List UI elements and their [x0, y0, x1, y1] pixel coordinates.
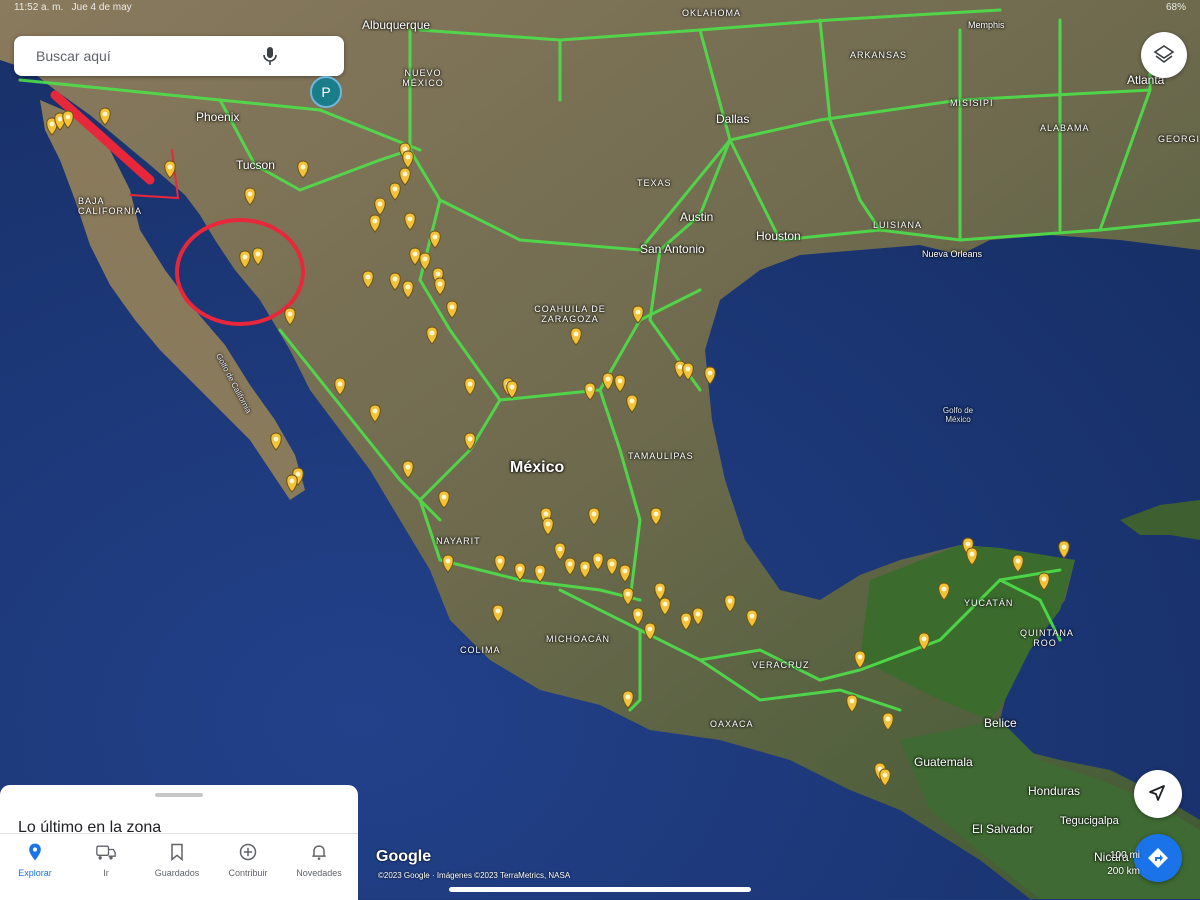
label-quintana-roo: QUINTANA ROO	[1020, 628, 1074, 648]
layers-button[interactable]	[1141, 32, 1187, 78]
status-date: Jue 4 de may	[71, 2, 132, 13]
satellite-map[interactable]	[0, 0, 1200, 899]
label-honduras: Honduras	[1028, 784, 1081, 798]
tab-label: Ir	[103, 868, 109, 878]
map-attribution: ©2023 Google · Imágenes ©2023 TerraMetri…	[378, 871, 571, 880]
tab-label: Contribuir	[228, 868, 268, 878]
label-belice: Belice	[984, 716, 1017, 730]
tab-explorar[interactable]: Explorar	[0, 842, 70, 878]
label-tamaulipas: TAMAULIPAS	[628, 451, 694, 461]
sheet-drag-handle[interactable]	[155, 793, 203, 797]
account-avatar[interactable]: P	[310, 76, 342, 108]
label-gulf-of-mexico: Golfo de México	[942, 406, 974, 424]
tab-contribuir[interactable]: Contribuir	[213, 842, 283, 878]
status-bar: 11:52 a. m. Jue 4 de may 68%	[14, 2, 1186, 16]
navigation-arrow-icon	[1149, 785, 1165, 801]
tab-novedades[interactable]: Novedades	[284, 842, 354, 878]
label-tegucigalpa: Tegucigalpa	[1060, 815, 1119, 827]
label-arkansas: ARKANSAS	[850, 50, 908, 60]
label-baja-california: BAJA CALIFORNIA	[78, 196, 143, 216]
label-michoacan: MICHOACÁN	[546, 634, 611, 644]
layers-icon	[1153, 45, 1175, 63]
label-phoenix: Phoenix	[196, 110, 240, 124]
label-albuquerque: Albuquerque	[362, 18, 431, 32]
scale-km: 200 km	[1107, 866, 1140, 877]
bell-icon	[312, 845, 326, 860]
search-bar[interactable]: Buscar aquí P	[14, 36, 344, 108]
label-texas: TEXAS	[637, 178, 672, 188]
microphone-icon[interactable]	[258, 44, 282, 68]
label-mexico: México	[510, 459, 565, 476]
label-nayarit: NAYARIT	[436, 536, 481, 546]
search-input[interactable]: Buscar aquí	[36, 48, 111, 64]
status-time: 11:52 a. m.	[14, 2, 64, 13]
tab-guardados[interactable]: Guardados	[142, 842, 212, 878]
label-guatemala: Guatemala	[914, 755, 973, 769]
home-indicator	[449, 887, 751, 892]
label-houston: Houston	[756, 229, 801, 243]
scale-bar: 100 mi 200 km	[1060, 850, 1140, 880]
label-oaxaca: OAXACA	[710, 719, 754, 729]
bookmark-icon	[171, 843, 183, 862]
directions-icon	[1148, 848, 1168, 868]
compass-button[interactable]	[1134, 770, 1182, 818]
label-luisiana: LUISIANA	[873, 220, 923, 230]
label-colima: COLIMA	[460, 645, 501, 655]
tab-label: Novedades	[296, 868, 342, 878]
label-dallas: Dallas	[716, 112, 750, 126]
label-el-salvador: El Salvador	[972, 822, 1034, 836]
label-georgia: GEORGI	[1158, 134, 1200, 144]
label-alabama: ALABAMA	[1040, 123, 1090, 133]
bottom-tab-bar: Explorar Ir Guardados Contribuir Novedad…	[0, 833, 358, 900]
google-logo: Google	[376, 848, 432, 865]
tab-label: Explorar	[18, 868, 52, 878]
label-misisipi: MISISIPI	[950, 98, 994, 108]
label-memphis: Memphis	[968, 20, 1005, 30]
label-coahuila: COAHUILA DE ZARAGOZA	[534, 304, 606, 324]
add-circle-icon	[239, 843, 257, 861]
label-san-antonio: San Antonio	[640, 242, 705, 256]
commute-icon	[96, 845, 116, 860]
directions-button[interactable]	[1134, 834, 1182, 882]
label-austin: Austin	[680, 210, 714, 224]
tab-ir[interactable]: Ir	[71, 842, 141, 878]
label-yucatan: YUCATÁN	[964, 598, 1014, 608]
scale-miles: 100 mi	[1109, 850, 1140, 861]
pin-icon	[29, 843, 41, 861]
tab-label: Guardados	[154, 868, 200, 878]
label-veracruz: VERACRUZ	[752, 660, 810, 670]
label-nuevo-mexico: NUEVO MÉXICO	[402, 68, 444, 88]
label-tucson: Tucson	[236, 158, 275, 172]
status-battery: 68%	[1165, 2, 1186, 13]
label-new-orleans: Nueva Orleans	[922, 249, 983, 259]
